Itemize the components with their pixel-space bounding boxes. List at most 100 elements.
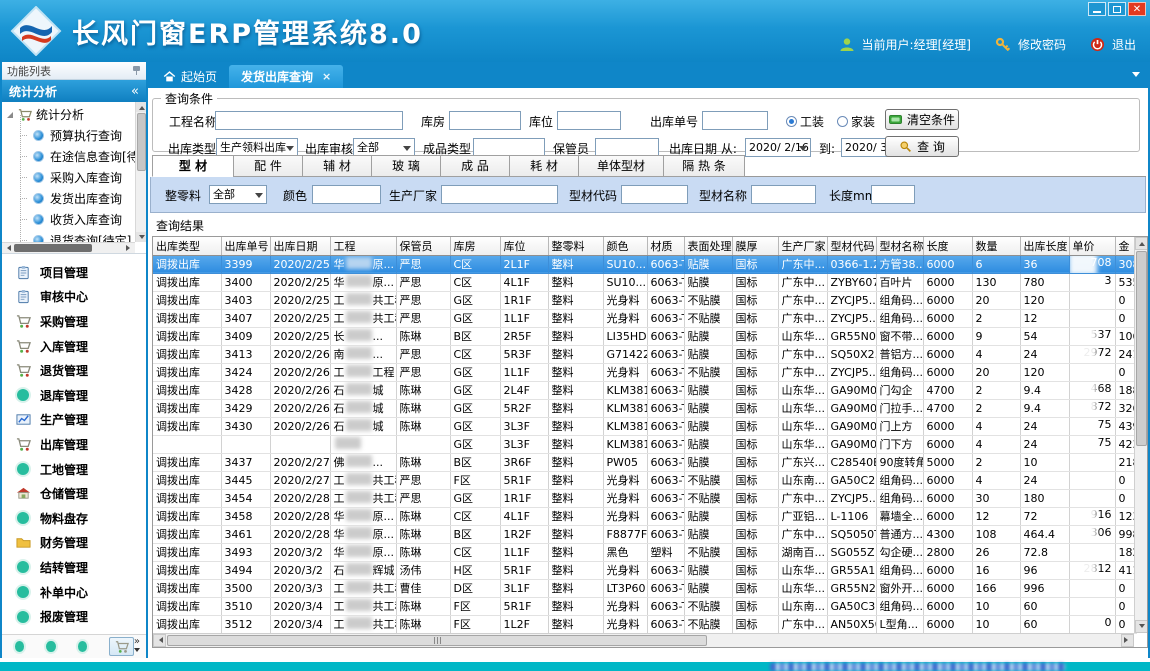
column-header[interactable]: 材质 [647, 237, 684, 255]
table-row[interactable]: 调拨出库34372020/2/27佛...陈琳B区3R6F整料PW056063-… [153, 453, 1136, 471]
change-password-link[interactable]: 修改密码 [1018, 36, 1066, 53]
module-dot-icon[interactable] [46, 641, 55, 652]
table-row[interactable]: 调拨出库34612020/2/28华原...陈琳B区1R2F整料F8877FT6… [153, 525, 1136, 543]
column-header[interactable]: 工程 [330, 237, 396, 255]
column-header[interactable]: 生产厂家 [778, 237, 827, 255]
scroll-right-icon[interactable] [1124, 637, 1131, 643]
logout-link[interactable]: 退出 [1112, 36, 1136, 53]
radio-jiazhuang[interactable]: 家装 [837, 111, 875, 131]
scroll-up-icon[interactable] [139, 103, 145, 110]
sidebar-menu-item[interactable]: 生产管理 [2, 408, 146, 433]
column-header[interactable]: 出库类型 [153, 237, 221, 255]
table-row[interactable]: 调拨出库34452020/2/27工共工程严思F区5R1F整料光身料6063-T… [153, 471, 1136, 489]
sidebar-menu-item[interactable]: 结转管理 [2, 555, 146, 580]
maximize-button[interactable] [1108, 2, 1126, 16]
sidebar-menu-item[interactable]: 补单中心 [2, 580, 146, 605]
column-header[interactable]: 出库单号 [221, 237, 270, 255]
table-row[interactable]: 调拨出库33992020/2/25华原...严思C区2L1F整料SU10...6… [153, 255, 1136, 273]
sidebar-menu-item[interactable]: 财务管理 [2, 531, 146, 556]
sidebar-menu-item[interactable]: 退库管理 [2, 383, 146, 408]
column-header[interactable]: 金 [1115, 237, 1136, 255]
table-row[interactable]: 调拨出库34302020/2/26石城陈琳G区3L3F整料KLM38176063… [153, 417, 1136, 435]
sidebar-menu-item[interactable]: 审核中心 [2, 285, 146, 310]
sidebar-menu-item[interactable]: 入库管理 [2, 334, 146, 359]
tree-item[interactable]: 收货入库查询 [7, 209, 135, 230]
column-header[interactable]: 膜厚 [732, 237, 778, 255]
cart-module-button[interactable] [109, 637, 133, 656]
expander-icon[interactable] [7, 112, 13, 118]
manufacturer-input[interactable] [441, 185, 558, 204]
sidebar-menu-item[interactable]: 工地管理 [2, 457, 146, 482]
tree-vertical-scrollbar[interactable] [135, 102, 146, 242]
tab-list-dropdown-icon[interactable] [1132, 72, 1140, 81]
grid-horizontal-scrollbar[interactable] [153, 633, 1134, 647]
scroll-up-icon[interactable] [1139, 239, 1145, 246]
table-row[interactable]: 调拨出库34072020/2/25工共工程严思G区1L1F整料光身料6063-T… [153, 309, 1136, 327]
table-row[interactable]: 调拨出库34032020/2/25工共工程严思G区1R1F整料光身料6063-T… [153, 291, 1136, 309]
column-header[interactable]: 颜色 [603, 237, 647, 255]
tab-home[interactable]: 起始页 [151, 65, 229, 88]
table-row[interactable]: 调拨出库34282020/2/26石城陈琳G区2L4F整料KLM38176063… [153, 381, 1136, 399]
sidebar-menu-item[interactable]: 报废管理 [2, 604, 146, 629]
material-tab[interactable]: 型 材 [152, 155, 234, 177]
scroll-down-icon[interactable] [1139, 624, 1145, 631]
tree-item[interactable]: 退货查询[待定] [7, 230, 135, 242]
tab-close-icon[interactable]: × [322, 70, 331, 83]
column-header[interactable]: 保管员 [396, 237, 450, 255]
search-button[interactable]: 查 询 [885, 136, 959, 157]
column-header[interactable]: 库位 [500, 237, 548, 255]
column-header[interactable]: 库房 [450, 237, 500, 255]
table-row[interactable]: 调拨出库34542020/2/28工共工程严思G区1R1F整料光身料6063-T… [153, 489, 1136, 507]
table-row[interactable]: 调拨出库34942020/3/2石辉城汤伟H区5R1F整料光身料6063-T5贴… [153, 561, 1136, 579]
color-input[interactable] [312, 185, 381, 204]
scroll-left-icon[interactable] [156, 637, 163, 643]
table-row[interactable]: 调拨出库34292020/2/26石城陈琳G区5R2F整料KLM38176063… [153, 399, 1136, 417]
scroll-thumb[interactable] [167, 635, 707, 646]
column-header[interactable]: 型材代码 [827, 237, 876, 255]
minimize-button[interactable] [1088, 2, 1106, 16]
scroll-thumb[interactable] [14, 244, 92, 252]
material-tab[interactable]: 单体型材 [578, 155, 664, 177]
material-tab[interactable]: 成 品 [440, 155, 510, 177]
table-row[interactable]: 调拨出库34132020/2/26南...严思C区5R3F整料G71422606… [153, 345, 1136, 363]
collapse-icon[interactable]: « [131, 84, 139, 99]
material-tab[interactable]: 辅 材 [302, 155, 372, 177]
profile-name-input[interactable] [751, 185, 816, 204]
table-row[interactable]: 调拨出库35102020/3/4工共工程陈琳F区5R1F整料光身料6063-T5… [153, 597, 1136, 615]
scroll-thumb[interactable] [1136, 251, 1147, 446]
table-row[interactable]: 调拨出库34092020/2/25长...陈琳B区2R5F整料LI35HD606… [153, 327, 1136, 345]
location-input[interactable] [557, 111, 621, 130]
table-row[interactable]: 调拨出库35122020/3/4工共工程陈琳F区1L2F整料光身料6063-T5… [153, 615, 1136, 633]
table-row[interactable]: 调拨出库34932020/3/2华原...陈琳C区1L1F整料黑色塑料不贴膜国标… [153, 543, 1136, 561]
tree-item[interactable]: 预算执行查询 [7, 125, 135, 146]
sidebar-menu-item[interactable]: 采购管理 [2, 309, 146, 334]
tree-root-node[interactable]: 统计分析 [7, 104, 135, 125]
scroll-left-icon[interactable] [4, 245, 11, 251]
length-input[interactable] [871, 185, 915, 204]
table-row[interactable]: 调拨出库34582020/2/28华原...陈琳C区4L1F整料光身料6063-… [153, 507, 1136, 525]
profile-code-input[interactable] [621, 185, 688, 204]
sidebar-menu-item[interactable]: 出库管理 [2, 432, 146, 457]
scroll-down-icon[interactable] [139, 235, 145, 242]
material-tab[interactable]: 玻 璃 [371, 155, 441, 177]
radio-gongzhuang[interactable]: 工装 [786, 111, 824, 131]
module-dot-icon[interactable] [15, 641, 24, 652]
column-header[interactable]: 单价 [1069, 237, 1115, 255]
table-row[interactable]: 调拨出库34242020/2/26工工程严思G区1L1F整料光身料6063-T5… [153, 363, 1136, 381]
sidebar-menu-item[interactable]: 物料盘存 [2, 506, 146, 531]
radio-selected-icon[interactable] [786, 116, 797, 127]
table-row[interactable]: 调拨出库35002020/3/3工共工程曹佳D区3L1F整料LT3P606063… [153, 579, 1136, 597]
column-header[interactable]: 表面处理 [684, 237, 732, 255]
sidebar-menu-item[interactable]: 仓储管理 [2, 481, 146, 506]
pin-icon[interactable] [132, 66, 141, 75]
module-dot-icon[interactable] [78, 641, 87, 652]
clear-conditions-button[interactable]: 清空条件 [885, 109, 959, 130]
grid-vertical-scrollbar[interactable] [1134, 237, 1147, 633]
table-row[interactable]: G区3L3F整料KLM38176063-T5贴膜国标山东华...GA90M09.… [153, 435, 1136, 453]
overflow-chevron[interactable]: » [134, 638, 140, 655]
column-header[interactable]: 数量 [972, 237, 1020, 255]
scroll-right-icon[interactable] [126, 245, 133, 251]
table-row[interactable]: 调拨出库34002020/2/25华原...严思C区4L1F整料SU10...6… [153, 273, 1136, 291]
tab-shipping-outbound-query[interactable]: 发货出库查询 × [229, 65, 343, 88]
material-tab[interactable]: 耗 材 [509, 155, 579, 177]
